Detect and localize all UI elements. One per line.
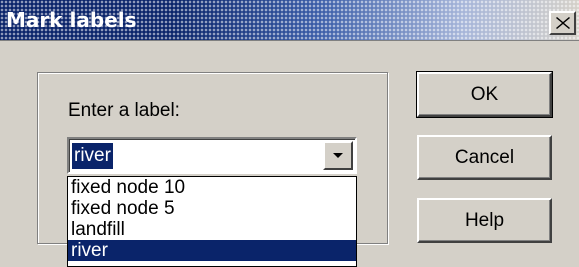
label-combobox[interactable]: river: [67, 137, 357, 174]
cancel-button[interactable]: Cancel: [417, 135, 552, 180]
label-input[interactable]: river: [71, 142, 114, 170]
ok-button[interactable]: OK: [416, 71, 553, 118]
label-prompt: Enter a label:: [68, 100, 180, 121]
list-item[interactable]: landfill: [68, 219, 356, 240]
label-dropdown-list[interactable]: fixed node 10 fixed node 5 landfill rive…: [67, 176, 357, 267]
chevron-down-icon: [333, 153, 343, 158]
help-button[interactable]: Help: [417, 198, 552, 243]
list-item[interactable]: fixed node 10: [68, 177, 356, 198]
dropdown-button[interactable]: [323, 141, 353, 170]
dialog-title: Mark labels: [6, 8, 137, 32]
list-item-selected[interactable]: river: [68, 240, 356, 261]
close-button[interactable]: [549, 11, 576, 35]
close-icon: [555, 17, 570, 29]
list-item[interactable]: fixed node 5: [68, 198, 356, 219]
title-bar[interactable]: Mark labels: [0, 0, 579, 41]
